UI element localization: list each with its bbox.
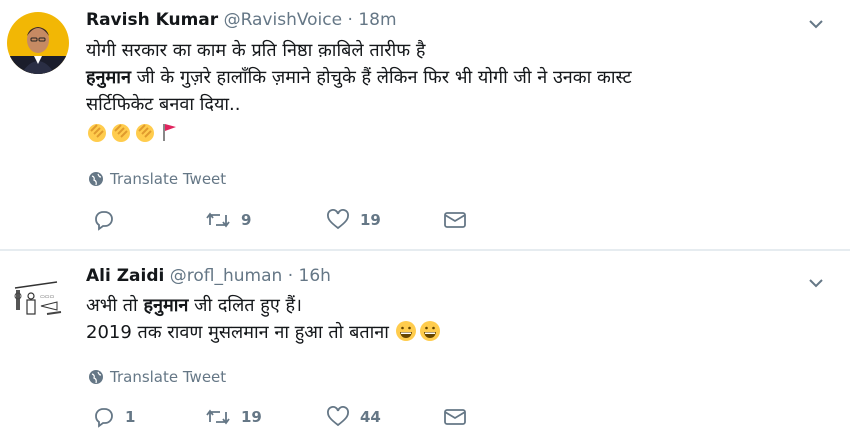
reply-icon bbox=[95, 408, 113, 428]
grinning-face-icon bbox=[395, 321, 416, 341]
chevron-down-icon[interactable] bbox=[806, 273, 826, 293]
tweet-text-line-3: सर्टिफिकेट बनवा दिया.. bbox=[86, 94, 241, 115]
separator-dot: · bbox=[287, 266, 294, 286]
retweet-button[interactable]: 9 bbox=[205, 209, 251, 231]
tweet-text-line-1: अभी तो हनुमान जी दलित हुए हैं। bbox=[86, 292, 443, 319]
translate-tweet-link[interactable]: Translate Tweet bbox=[88, 368, 226, 386]
svg-text:▭▭▭: ▭▭▭ bbox=[40, 294, 54, 300]
translate-label: Translate Tweet bbox=[110, 170, 227, 188]
translate-label: Translate Tweet bbox=[110, 368, 227, 386]
tweet-text-line-2: 2019 तक रावण मुसलमान ना हुआ तो बताना bbox=[86, 319, 443, 346]
separator-dot: · bbox=[347, 10, 353, 30]
direct-message-button[interactable] bbox=[443, 209, 467, 231]
heart-icon bbox=[327, 209, 349, 230]
tweet-text-line-2-text: 2019 तक रावण मुसलमान ना हुआ तो बताना bbox=[86, 322, 389, 343]
retweet-icon bbox=[206, 409, 230, 425]
tweet-text: अभी तो हनुमान जी दलित हुए हैं। 2019 तक र… bbox=[86, 292, 443, 346]
envelope-icon bbox=[444, 409, 466, 425]
chevron-down-icon[interactable] bbox=[806, 14, 826, 34]
tweet-actions: 9 19 bbox=[0, 209, 850, 239]
direct-message-button[interactable] bbox=[443, 406, 467, 428]
retweet-icon bbox=[206, 212, 230, 228]
tweet-text-line-2-rest: जी के गुज़रे हालाँकि ज़माने होचुके हैं ल… bbox=[130, 67, 632, 88]
reply-button[interactable] bbox=[93, 209, 125, 231]
tweet-time[interactable]: 16h bbox=[299, 266, 331, 286]
tweet-1[interactable]: Ravish Kumar @RavishVoice · 18m योगी सरक… bbox=[0, 0, 850, 250]
tweet-text-line-2: हनुमान जी के गुज़रे हालाँकि ज़माने होचुक… bbox=[86, 64, 632, 91]
clapping-hands-icon bbox=[88, 124, 106, 142]
translate-tweet-link[interactable]: Translate Tweet bbox=[88, 170, 226, 188]
globe-icon bbox=[89, 172, 103, 186]
grinning-face-icon bbox=[419, 321, 440, 341]
tweet-actions: 1 19 44 bbox=[0, 406, 850, 436]
retweet-button[interactable]: 19 bbox=[205, 406, 262, 428]
reply-icon bbox=[95, 211, 113, 231]
like-button[interactable]: 44 bbox=[326, 406, 381, 428]
like-count: 44 bbox=[360, 408, 381, 426]
like-button[interactable]: 19 bbox=[326, 209, 381, 231]
avatar[interactable]: ▭▭▭ bbox=[7, 266, 69, 328]
tweet-header: Ravish Kumar @RavishVoice · 18m bbox=[86, 10, 397, 30]
envelope-icon bbox=[444, 212, 466, 228]
tweet-header: Ali Zaidi @rofl_human · 16h bbox=[86, 266, 331, 286]
hashword-bold: हनुमान bbox=[86, 67, 131, 88]
author-handle[interactable]: @rofl_human bbox=[170, 266, 283, 286]
tweet-time[interactable]: 18m bbox=[358, 10, 396, 30]
author-name[interactable]: Ravish Kumar bbox=[86, 10, 218, 30]
emoji-row bbox=[86, 120, 632, 147]
tweet-text-line-1-post: जी दलित हुए हैं। bbox=[188, 295, 302, 316]
reply-button[interactable]: 1 bbox=[93, 406, 135, 428]
retweet-count: 9 bbox=[241, 211, 252, 229]
heart-icon bbox=[327, 406, 349, 427]
tweet-2[interactable]: ▭▭▭ Ali Zaidi @rofl_human · 16h अभी तो ह… bbox=[0, 250, 850, 442]
author-name[interactable]: Ali Zaidi bbox=[86, 266, 164, 286]
hashword-bold: हनुमान bbox=[143, 295, 189, 316]
tweet-text-line-1-pre: अभी तो bbox=[86, 295, 144, 316]
avatar[interactable] bbox=[7, 12, 69, 74]
reply-count: 1 bbox=[125, 408, 136, 426]
like-count: 19 bbox=[360, 211, 381, 229]
retweet-count: 19 bbox=[241, 408, 262, 426]
tweet-text-line-1: योगी सरकार का काम के प्रति निष्ठा क़ाबिल… bbox=[86, 40, 426, 61]
red-flag-icon bbox=[163, 124, 176, 141]
globe-icon bbox=[89, 370, 103, 384]
clapping-hands-icon bbox=[112, 124, 130, 142]
tweet-text: योगी सरकार का काम के प्रति निष्ठा क़ाबिल… bbox=[86, 37, 632, 147]
clapping-hands-icon bbox=[136, 124, 154, 142]
author-handle[interactable]: @RavishVoice bbox=[224, 10, 343, 30]
